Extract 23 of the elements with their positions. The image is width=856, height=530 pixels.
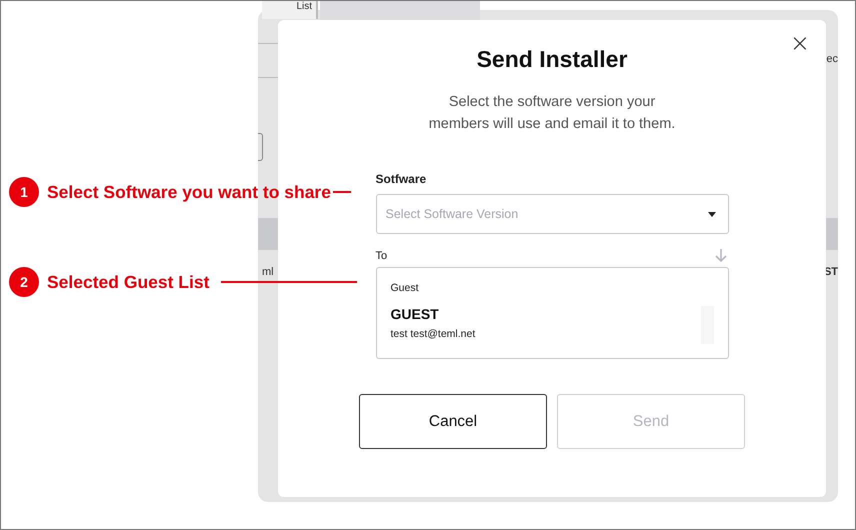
table-header [258,218,278,250]
leader-line [332,191,351,193]
close-button[interactable]: × [790,32,810,54]
step-number: 2 [9,267,39,297]
caret-icon [708,212,716,216]
background-box [258,133,263,161]
table-header [826,218,838,250]
recipient-name: GUEST [390,306,440,322]
background-text: ml [262,266,274,278]
group-label: Guest [390,282,420,294]
annotation-text: Selected Guest List [47,272,210,292]
cancel-button[interactable]: Cancel [359,394,547,449]
dialog-title: Send Installer [476,46,628,73]
background-tab[interactable] [320,1,480,20]
arrow-down-icon[interactable] [714,248,726,263]
recipient-email: test test@teml.net [390,328,476,340]
dialog-subtitle: Select the software version your members will use and email it to them. [428,93,676,134]
step-number: 1 [9,177,39,207]
annotation-text: Select Software you want to share [47,182,331,202]
field-label: To [376,250,388,262]
background-text: ec [826,53,838,65]
background-tab[interactable]: List [262,1,318,19]
field-label: Sotfware [376,172,428,186]
